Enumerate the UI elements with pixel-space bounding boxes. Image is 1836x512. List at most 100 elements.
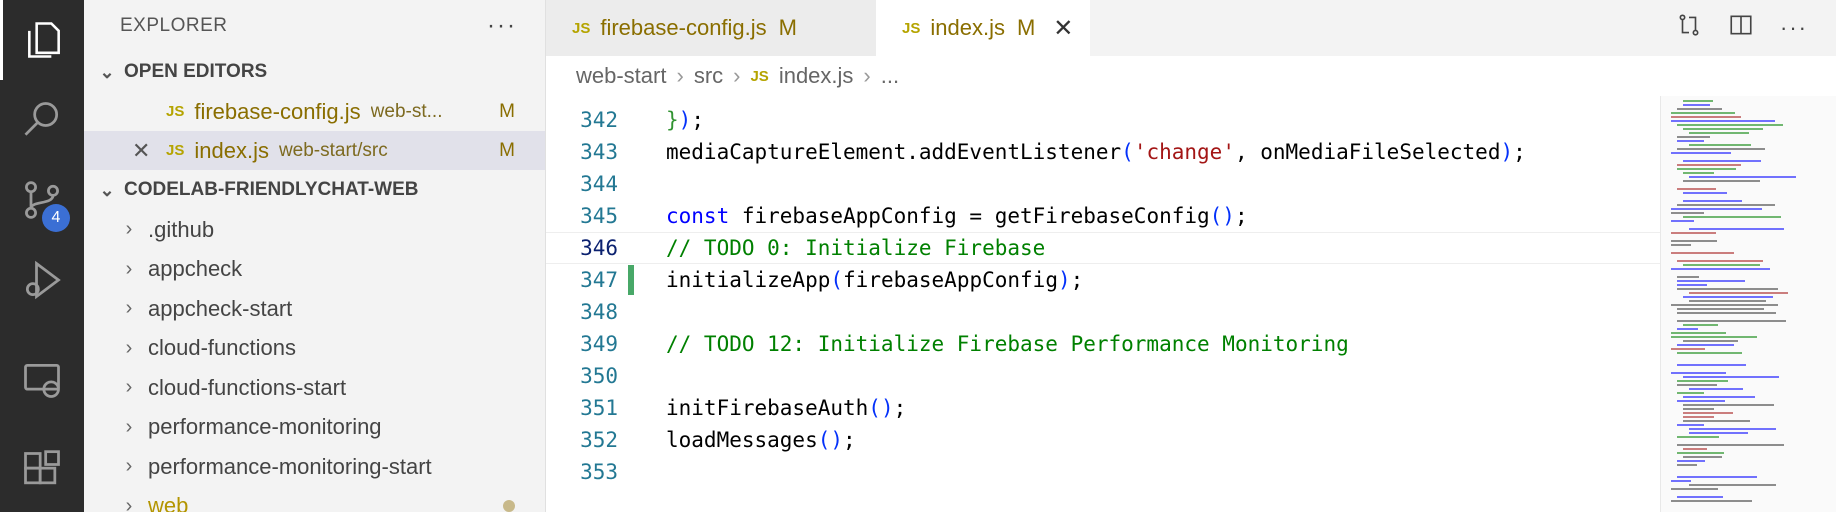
code-line: 347 initializeApp(firebaseAppConfig); <box>546 264 1660 296</box>
code-text: const firebaseAppConfig = getFirebaseCon… <box>666 204 1248 228</box>
line-number: 347 <box>580 268 618 292</box>
modified-indicator: M <box>499 100 515 122</box>
js-file-icon: JS <box>166 142 185 159</box>
folder-name: performance-monitoring <box>148 414 382 440</box>
search-icon[interactable] <box>0 80 84 160</box>
open-editor-path-hint: web-start/src <box>278 139 388 161</box>
chevron-right-icon: › <box>125 494 133 512</box>
tab-index-js[interactable]: JS index.js M ✕ <box>876 0 1090 56</box>
folder-name: appcheck-start <box>148 295 293 321</box>
chevron-right-icon: › <box>125 455 133 478</box>
open-editor-filename: index.js <box>194 137 269 163</box>
folder-name: .github <box>148 216 215 242</box>
chevron-right-icon: › <box>125 415 133 438</box>
line-number: 352 <box>580 428 618 452</box>
close-tab-icon[interactable]: ✕ <box>1053 14 1073 43</box>
workspace-section[interactable]: ⌄ CODELAB-FRIENDLYCHAT-WEB <box>84 170 545 210</box>
folder-item[interactable]: › performance-monitoring-start <box>84 447 545 487</box>
code-line: 351 initFirebaseAuth(); <box>546 392 1660 424</box>
code-line: 348 <box>546 296 1660 328</box>
breadcrumb: web-start › src › JS index.js › ... <box>546 56 1836 96</box>
code-text: // TODO 12: Initialize Firebase Performa… <box>666 332 1349 356</box>
line-number: 344 <box>580 172 618 196</box>
code-line: 353 <box>546 456 1660 488</box>
compare-changes-icon[interactable] <box>1676 12 1702 44</box>
js-file-icon: JS <box>572 19 591 37</box>
code-line: 344 <box>546 168 1660 200</box>
code-line: 352 loadMessages(); <box>546 424 1660 456</box>
remote-explorer-icon[interactable] <box>0 340 84 420</box>
folder-item[interactable]: › cloud-functions <box>84 329 545 369</box>
chevron-right-icon: › <box>125 376 133 399</box>
editor-actions: ··· <box>1676 0 1836 56</box>
open-editor-index-js[interactable]: ✕ JS index.js web-start/src M <box>84 131 545 170</box>
line-number: 342 <box>580 108 618 132</box>
breadcrumb-item[interactable]: web-start <box>576 63 666 89</box>
tab-label: index.js <box>930 15 1005 40</box>
chevron-right-icon: › <box>125 257 133 280</box>
modified-indicator: M <box>1016 15 1036 40</box>
activity-bar: 4 <box>0 0 84 512</box>
run-debug-icon[interactable] <box>0 240 84 320</box>
open-editor-firebase-config[interactable]: JS firebase-config.js web-st... M <box>84 92 545 131</box>
chevron-down-icon: ⌄ <box>99 61 115 82</box>
code-line: 350 <box>546 360 1660 392</box>
chevron-right-icon: › <box>863 63 871 88</box>
explorer-title: EXPLORER <box>120 15 228 36</box>
explorer-header: EXPLORER ··· <box>84 0 545 52</box>
chevron-right-icon: › <box>733 63 741 88</box>
more-actions-icon[interactable]: ··· <box>487 12 517 40</box>
folder-name: web <box>148 493 189 512</box>
split-editor-icon[interactable] <box>1728 12 1754 44</box>
breadcrumb-item[interactable]: src <box>694 63 723 89</box>
open-editor-filename: firebase-config.js <box>194 98 361 124</box>
folder-item[interactable]: › .github <box>84 210 545 250</box>
explorer-sidebar: EXPLORER ··· ⌄ OPEN EDITORS JS firebase-… <box>84 0 546 512</box>
line-number: 348 <box>580 300 618 324</box>
explorer-icon[interactable] <box>0 0 84 80</box>
folder-name: cloud-functions-start <box>148 374 347 400</box>
open-editor-path-hint: web-st... <box>370 100 443 122</box>
close-editor-icon[interactable]: ✕ <box>132 138 150 164</box>
code-line: 345 const firebaseAppConfig = getFirebas… <box>546 200 1660 232</box>
line-number: 345 <box>580 204 618 228</box>
modified-indicator: M <box>778 15 797 40</box>
folder-name: appcheck <box>148 256 243 282</box>
code-text: initializeApp(firebaseAppConfig); <box>666 268 1084 292</box>
modified-dot-icon <box>503 500 515 512</box>
open-editors-section[interactable]: ⌄ OPEN EDITORS <box>84 52 545 92</box>
folder-item[interactable]: › web <box>84 487 545 512</box>
minimap-preview <box>1671 100 1796 502</box>
breadcrumb-item[interactable]: ... <box>881 63 899 89</box>
chevron-right-icon: › <box>125 336 133 359</box>
editor-tab-bar: JS firebase-config.js M JS index.js M ✕ … <box>546 0 1836 56</box>
modified-indicator: M <box>499 139 515 161</box>
diff-added-marker[interactable] <box>628 265 634 295</box>
more-actions-icon[interactable]: ··· <box>1780 15 1808 41</box>
source-control-icon[interactable]: 4 <box>0 160 84 240</box>
breadcrumb-item[interactable]: index.js <box>779 63 854 89</box>
folder-item[interactable]: › appcheck-start <box>84 289 545 329</box>
code-line: 343 mediaCaptureElement.addEventListener… <box>546 136 1660 168</box>
js-file-icon: JS <box>902 19 921 37</box>
line-number: 350 <box>580 364 618 388</box>
tab-firebase-config[interactable]: JS firebase-config.js M <box>546 0 876 56</box>
line-number: 351 <box>580 396 618 420</box>
folder-item[interactable]: › performance-monitoring <box>84 408 545 448</box>
line-number: 346 <box>580 236 618 260</box>
minimap[interactable] <box>1660 96 1836 512</box>
code-text: initFirebaseAuth(); <box>666 396 907 420</box>
line-number: 343 <box>580 140 618 164</box>
folder-item[interactable]: › cloud-functions-start <box>84 368 545 408</box>
code-text: }); <box>666 108 704 132</box>
code-line: 342 }); <box>546 104 1660 136</box>
code-editor[interactable]: 342 }); 343 mediaCaptureElement.addEvent… <box>546 96 1660 512</box>
folder-name: cloud-functions <box>148 335 296 361</box>
code-text: loadMessages(); <box>666 428 856 452</box>
source-control-badge: 4 <box>42 204 70 232</box>
code-line: 349 // TODO 12: Initialize Firebase Perf… <box>546 328 1660 360</box>
folder-item[interactable]: › appcheck <box>84 250 545 290</box>
chevron-right-icon: › <box>125 218 133 241</box>
code-text: mediaCaptureElement.addEventListener('ch… <box>666 140 1526 164</box>
extensions-icon[interactable] <box>0 430 84 510</box>
